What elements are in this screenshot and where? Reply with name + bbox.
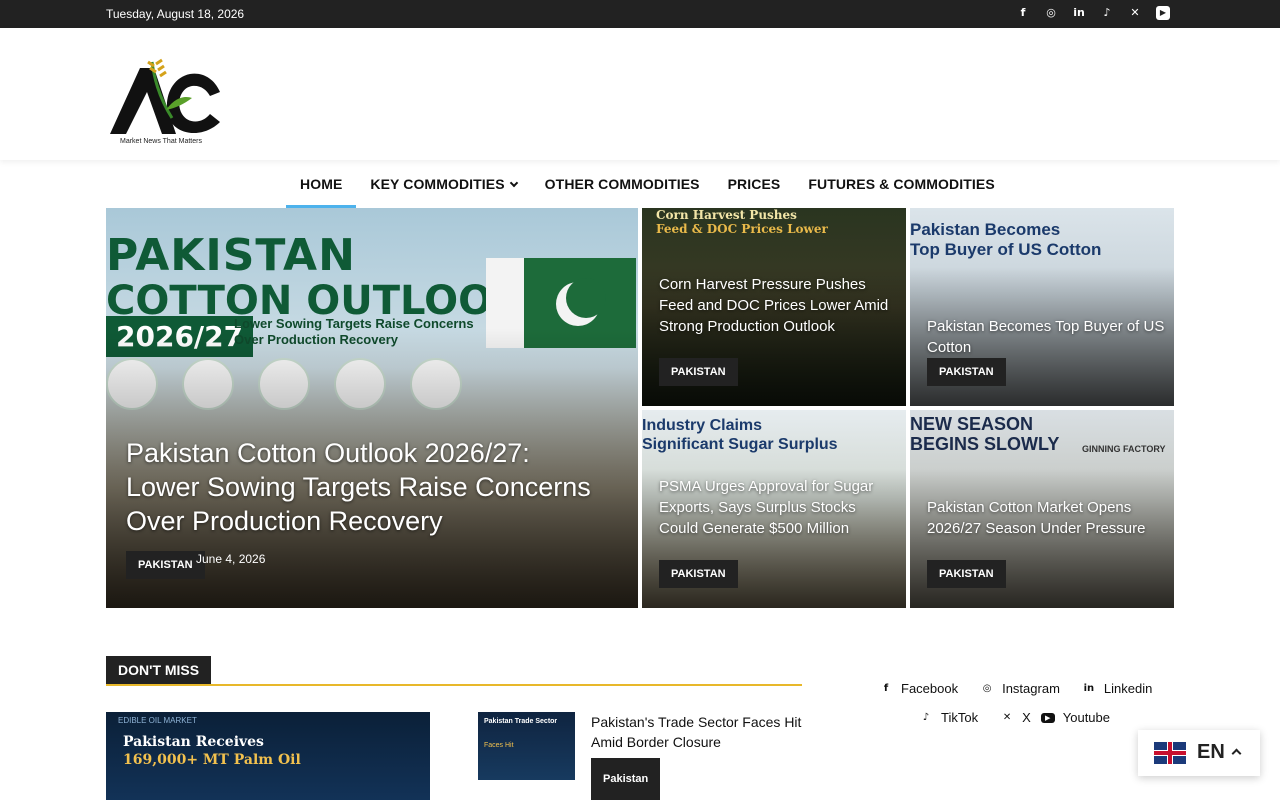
youtube-icon[interactable]: ▶ (1040, 712, 1055, 723)
logo-tagline: Market News That Matters (120, 138, 202, 145)
category-badge[interactable]: PAKISTAN (927, 358, 1006, 386)
corn-image-heading: Corn Harvest Pushes Feed & DOC Prices Low… (656, 208, 828, 236)
logo-mark (110, 58, 220, 134)
main-nav: HOME KEY COMMODITIES OTHER COMMODITIES P… (0, 160, 1280, 208)
site-logo[interactable]: Market News That Matters (106, 56, 226, 150)
linkedin-icon[interactable]: in (1072, 6, 1086, 20)
corn-image-heading-1: Corn Harvest Pushes (656, 208, 797, 222)
thumb-heading-1: Pakistan Receives (123, 734, 264, 750)
tiktok-icon[interactable]: ♪ (919, 712, 933, 723)
dont-miss-side-thumbnail[interactable]: Pakistan Trade Sector Faces Hit (478, 712, 575, 780)
site-header: Market News That Matters (0, 28, 1280, 160)
us-cotton-article-title[interactable]: Pakistan Becomes Top Buyer of US Cotton (927, 316, 1167, 358)
language-switcher[interactable]: EN (1138, 730, 1260, 776)
thumb-kicker: EDIBLE OIL MARKET (118, 716, 197, 725)
social-tiktok-label[interactable]: TikTok (941, 710, 978, 725)
hero-sugar-article[interactable]: Industry Claims Significant Sugar Surplus… (642, 410, 906, 608)
thumb-heading-2: 169,000+ MT Palm Oil (123, 752, 301, 768)
category-badge[interactable]: PAKISTAN (927, 560, 1006, 588)
social-links-row-1: f Facebook ◎ Instagram in Linkedin (879, 681, 1166, 696)
category-badge[interactable]: PAKISTAN (659, 560, 738, 588)
social-instagram-label[interactable]: Instagram (1002, 681, 1060, 696)
hero-main-article[interactable]: PAKISTAN COTTON OUTLOOK 2026/27 Lower So… (106, 208, 638, 608)
dont-miss-heading: DON'T MISS (106, 656, 212, 684)
social-facebook-label[interactable]: Facebook (901, 681, 958, 696)
hero-corn-article[interactable]: Corn Harvest Pushes Feed & DOC Prices Low… (642, 208, 906, 406)
nav-other-commodities[interactable]: OTHER COMMODITIES (531, 160, 714, 208)
instagram-icon[interactable]: ◎ (1044, 6, 1058, 20)
linkedin-icon[interactable]: in (1082, 683, 1096, 694)
facebook-icon[interactable]: f (879, 683, 893, 694)
category-badge[interactable]: PAKISTAN (126, 551, 205, 579)
hero-main-title[interactable]: Pakistan Cotton Outlook 2026/27: Lower S… (126, 436, 596, 538)
social-linkedin-label[interactable]: Linkedin (1104, 681, 1152, 696)
hero-image-heading-1: PAKISTAN (106, 230, 356, 281)
tiktok-icon[interactable]: ♪ (1100, 6, 1114, 20)
article-date: June 4, 2026 (196, 552, 266, 566)
nav-key-commodities-label: KEY COMMODITIES (370, 176, 505, 192)
side-thumb-heading: Pakistan Trade Sector (484, 718, 558, 725)
nav-other-commodities-label: OTHER COMMODITIES (544, 176, 700, 192)
sugar-article-title[interactable]: PSMA Urges Approval for Sugar Exports, S… (659, 476, 899, 539)
ginning-image-heading: NEW SEASON BEGINS SLOWLY (910, 414, 1059, 454)
facebook-icon[interactable]: f (1016, 6, 1030, 20)
ginning-article-title[interactable]: Pakistan Cotton Market Opens 2026/27 Sea… (927, 497, 1167, 539)
category-badge[interactable]: PAKISTAN (659, 358, 738, 386)
social-youtube-label[interactable]: Youtube (1063, 710, 1110, 725)
ginning-image-heading-1: NEW SEASON (910, 414, 1034, 434)
nav-key-commodities[interactable]: KEY COMMODITIES (356, 160, 530, 208)
sugar-image-heading: Industry Claims Significant Sugar Surplus (642, 416, 838, 454)
uk-flag-icon (1154, 742, 1186, 764)
chevron-down-icon (509, 178, 518, 188)
dont-miss-feature-thumbnail[interactable]: EDIBLE OIL MARKET Pakistan Receives 169,… (106, 712, 430, 800)
sugar-image-heading-2: Significant Sugar Surplus (642, 436, 838, 453)
top-social-links: f ◎ in ♪ ✕ ▶ (1016, 6, 1170, 20)
nav-prices-label: PRICES (727, 176, 781, 192)
hero-us-cotton-article[interactable]: Pakistan Becomes Top Buyer of US Cotton P… (910, 208, 1174, 406)
chevron-up-icon (1231, 748, 1242, 759)
side-thumb-subheading: Faces Hit (484, 742, 514, 749)
us-cotton-image-heading-1: Pakistan Becomes (910, 220, 1061, 239)
ginning-sign: GINNING FACTORY (1082, 444, 1166, 454)
x-icon[interactable]: ✕ (1128, 6, 1142, 20)
sugar-image-heading-1: Industry Claims (642, 417, 763, 434)
hero-ginning-article[interactable]: NEW SEASON BEGINS SLOWLY GINNING FACTORY … (910, 410, 1174, 608)
dont-miss-side-title[interactable]: Pakistan's Trade Sector Faces Hit Amid B… (591, 712, 806, 752)
corn-image-heading-2: Feed & DOC Prices Lower (656, 222, 828, 236)
youtube-icon[interactable]: ▶ (1156, 6, 1170, 20)
nav-prices[interactable]: PRICES (714, 160, 795, 208)
us-cotton-image-heading-2: Top Buyer of US Cotton (910, 240, 1102, 259)
current-date: Tuesday, August 18, 2026 (106, 7, 245, 21)
social-links-row-2: ♪ TikTok ✕ X ▶ Youtube (919, 710, 1124, 725)
nav-futures-commodities-label: FUTURES & COMMODITIES (808, 176, 995, 192)
language-code: EN (1197, 741, 1225, 763)
social-x-label[interactable]: X (1022, 710, 1031, 725)
top-bar: Tuesday, August 18, 2026 f ◎ in ♪ ✕ ▶ (0, 0, 1280, 28)
ginning-image-heading-2: BEGINS SLOWLY (910, 434, 1060, 454)
nav-home-label: HOME (300, 176, 343, 192)
x-icon[interactable]: ✕ (1000, 712, 1014, 723)
us-cotton-image-heading: Pakistan Becomes Top Buyer of US Cotton (910, 220, 1101, 260)
nav-home[interactable]: HOME (286, 160, 357, 208)
dont-miss-divider (106, 684, 802, 686)
corn-article-title[interactable]: Corn Harvest Pressure Pushes Feed and DO… (659, 274, 899, 337)
category-badge[interactable]: Pakistan (591, 758, 661, 800)
instagram-icon[interactable]: ◎ (980, 683, 994, 694)
nav-futures-commodities[interactable]: FUTURES & COMMODITIES (794, 160, 1008, 208)
